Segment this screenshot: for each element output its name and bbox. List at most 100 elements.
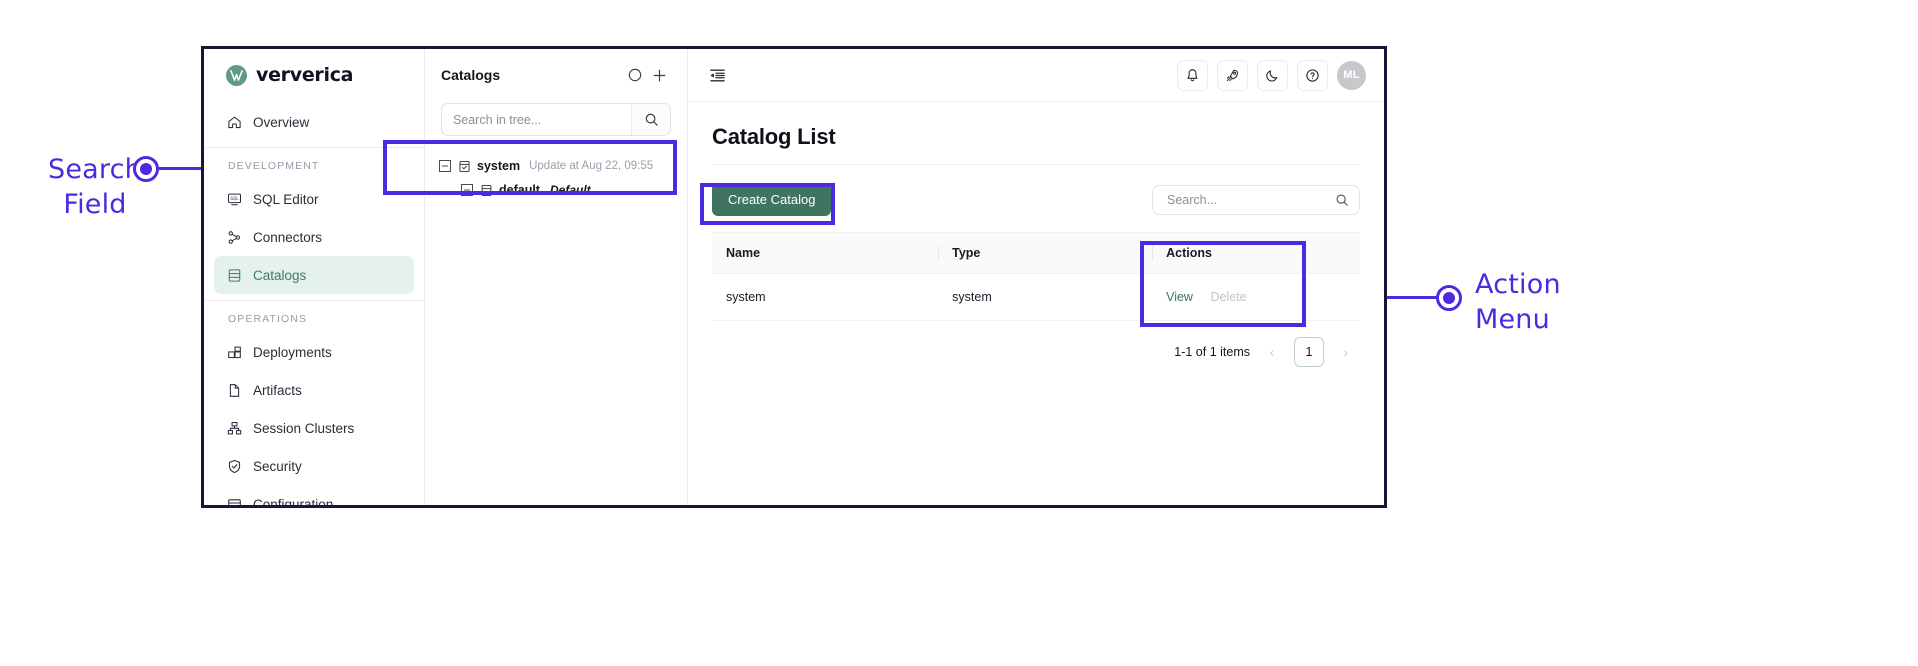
sidebar-item-sql-editor[interactable]: SQL SQL Editor	[214, 180, 414, 218]
title-divider	[712, 164, 1360, 165]
app-body: ververica Overview DEVELOPMENT SQL SQL E…	[204, 49, 1384, 505]
sidebar-group-operations: OPERATIONS	[228, 313, 308, 325]
sidebar-item-label: SQL Editor	[253, 191, 319, 207]
tree-node-meta: Update at Aug 22, 09:55	[529, 160, 654, 172]
pagination-summary: 1-1 of 1 items	[1174, 345, 1250, 359]
avatar[interactable]: ML	[1337, 60, 1366, 90]
tree-search-wrapper	[425, 101, 687, 136]
security-icon	[227, 459, 242, 474]
catalog-search-input[interactable]	[1165, 191, 1335, 208]
catalog-node-icon	[457, 159, 471, 173]
connectors-icon	[227, 230, 242, 245]
configuration-icon	[227, 497, 242, 505]
table-row: system system View Delete	[712, 273, 1360, 321]
artifacts-icon	[227, 383, 242, 398]
collapse-toggle-icon[interactable]	[461, 184, 473, 196]
column-header-type[interactable]: Type	[938, 232, 1153, 274]
column-header-actions[interactable]: Actions	[1152, 232, 1360, 274]
collapse-toggle-icon[interactable]	[439, 160, 451, 172]
catalog-search-field[interactable]	[1152, 184, 1360, 215]
sidebar-item-deployments[interactable]: Deployments	[214, 333, 414, 371]
tree-node-name: system	[477, 159, 521, 173]
table-header-row: Name Type Actions	[712, 232, 1360, 274]
table-body: system system View Delete	[712, 273, 1360, 321]
sidebar-collapse-icon[interactable]	[702, 60, 732, 90]
tree-node-system[interactable]: system Update at Aug 22, 09:55	[439, 154, 677, 178]
sidebar-divider-2	[204, 300, 424, 301]
sidebar-item-label: Artifacts	[253, 382, 302, 398]
top-bar: ML	[688, 49, 1384, 102]
sidebar-item-configuration[interactable]: Configuration	[214, 485, 414, 505]
notifications-button[interactable]	[1177, 59, 1208, 91]
tree-node-list: system Update at Aug 22, 09:55 default D…	[425, 136, 687, 202]
page-title: Catalog List	[712, 124, 836, 149]
catalog-tree-panel: Catalogs Search in tree... system Update…	[425, 49, 688, 505]
pagination-next-button[interactable]: ›	[1334, 340, 1358, 364]
main-content: Catalog List Create Catalog Search... Na…	[688, 102, 1384, 505]
cell-actions: View Delete	[1152, 273, 1360, 321]
deployments-icon	[227, 345, 242, 360]
topbar-actions: ML	[1177, 59, 1366, 91]
home-icon	[227, 115, 242, 130]
pagination-prev-button[interactable]: ‹	[1260, 340, 1284, 364]
svg-text:SQL: SQL	[230, 196, 239, 201]
sidebar-item-label: Session Clusters	[253, 420, 355, 436]
sidebar-divider-1	[204, 147, 424, 148]
screenshot-root: Search Field Action Menu Create a Catalo…	[0, 0, 1918, 666]
tree-panel-header: Catalogs	[425, 49, 687, 101]
sidebar-item-label: Connectors	[253, 229, 323, 245]
sidebar-item-label: Configuration	[253, 496, 334, 506]
dark-mode-button[interactable]	[1257, 59, 1288, 91]
tree-search-field[interactable]	[441, 103, 671, 136]
annotation-dot-search-field	[133, 156, 159, 182]
sidebar-nav: Overview DEVELOPMENT SQL SQL Editor Conn…	[204, 101, 424, 505]
sidebar-group-development: DEVELOPMENT	[228, 160, 320, 172]
sidebar-item-catalogs[interactable]: Catalogs	[214, 256, 414, 294]
sidebar-item-label: Overview	[253, 114, 310, 130]
refresh-icon[interactable]	[623, 63, 647, 87]
view-link[interactable]: View	[1166, 290, 1193, 304]
session-clusters-icon	[227, 421, 242, 436]
ververica-logo-icon	[226, 64, 247, 86]
sql-editor-icon: SQL	[227, 192, 242, 207]
tree-node-tag: Default	[549, 183, 591, 197]
moon-icon	[1265, 68, 1280, 83]
sidebar-item-connectors[interactable]: Connectors	[214, 218, 414, 256]
plus-icon[interactable]	[647, 63, 671, 87]
sidebar-item-label: Catalogs	[253, 267, 307, 283]
database-node-icon	[479, 183, 493, 197]
sidebar-item-security[interactable]: Security	[214, 447, 414, 485]
bell-icon	[1185, 68, 1200, 83]
search-icon[interactable]	[1335, 193, 1349, 207]
search-icon[interactable]	[631, 104, 670, 135]
column-header-name[interactable]: Name	[712, 232, 939, 274]
delete-link[interactable]: Delete	[1210, 290, 1246, 304]
catalogs-icon	[227, 268, 242, 283]
sidebar-item-label: Security	[253, 458, 302, 474]
whats-new-button[interactable]	[1217, 59, 1248, 91]
pagination-page-1[interactable]: 1	[1294, 337, 1324, 367]
table-header: Name Type Actions	[712, 232, 1360, 274]
tree-node-name: default	[499, 183, 540, 197]
rocket-icon	[1225, 68, 1240, 83]
sidebar-item-overview[interactable]: Overview	[214, 103, 414, 141]
cell-type: system	[938, 273, 1153, 321]
sidebar-item-artifacts[interactable]: Artifacts	[214, 371, 414, 409]
help-button[interactable]	[1297, 59, 1328, 91]
cell-name: system	[712, 273, 939, 321]
app-window: ververica Overview DEVELOPMENT SQL SQL E…	[201, 46, 1387, 508]
sidebar-item-session-clusters[interactable]: Session Clusters	[214, 409, 414, 447]
annotation-dot-action-menu	[1436, 285, 1462, 311]
content-toolbar: Create Catalog	[712, 183, 1360, 216]
brand-name: ververica	[256, 64, 354, 86]
tree-search-input[interactable]	[442, 104, 631, 135]
sidebar-item-label: Deployments	[253, 344, 332, 360]
brand-logo[interactable]: ververica	[204, 49, 424, 101]
catalog-table: Name Type Actions system system View Del…	[712, 232, 1360, 321]
annotation-label-action-menu: Action Menu	[1475, 269, 1561, 335]
sidebar: ververica Overview DEVELOPMENT SQL SQL E…	[204, 49, 425, 505]
create-catalog-button[interactable]: Create Catalog	[712, 183, 832, 216]
tree-node-default[interactable]: default Default	[439, 178, 677, 202]
help-circle-icon	[1305, 68, 1320, 83]
tree-panel-title: Catalogs	[441, 67, 501, 83]
